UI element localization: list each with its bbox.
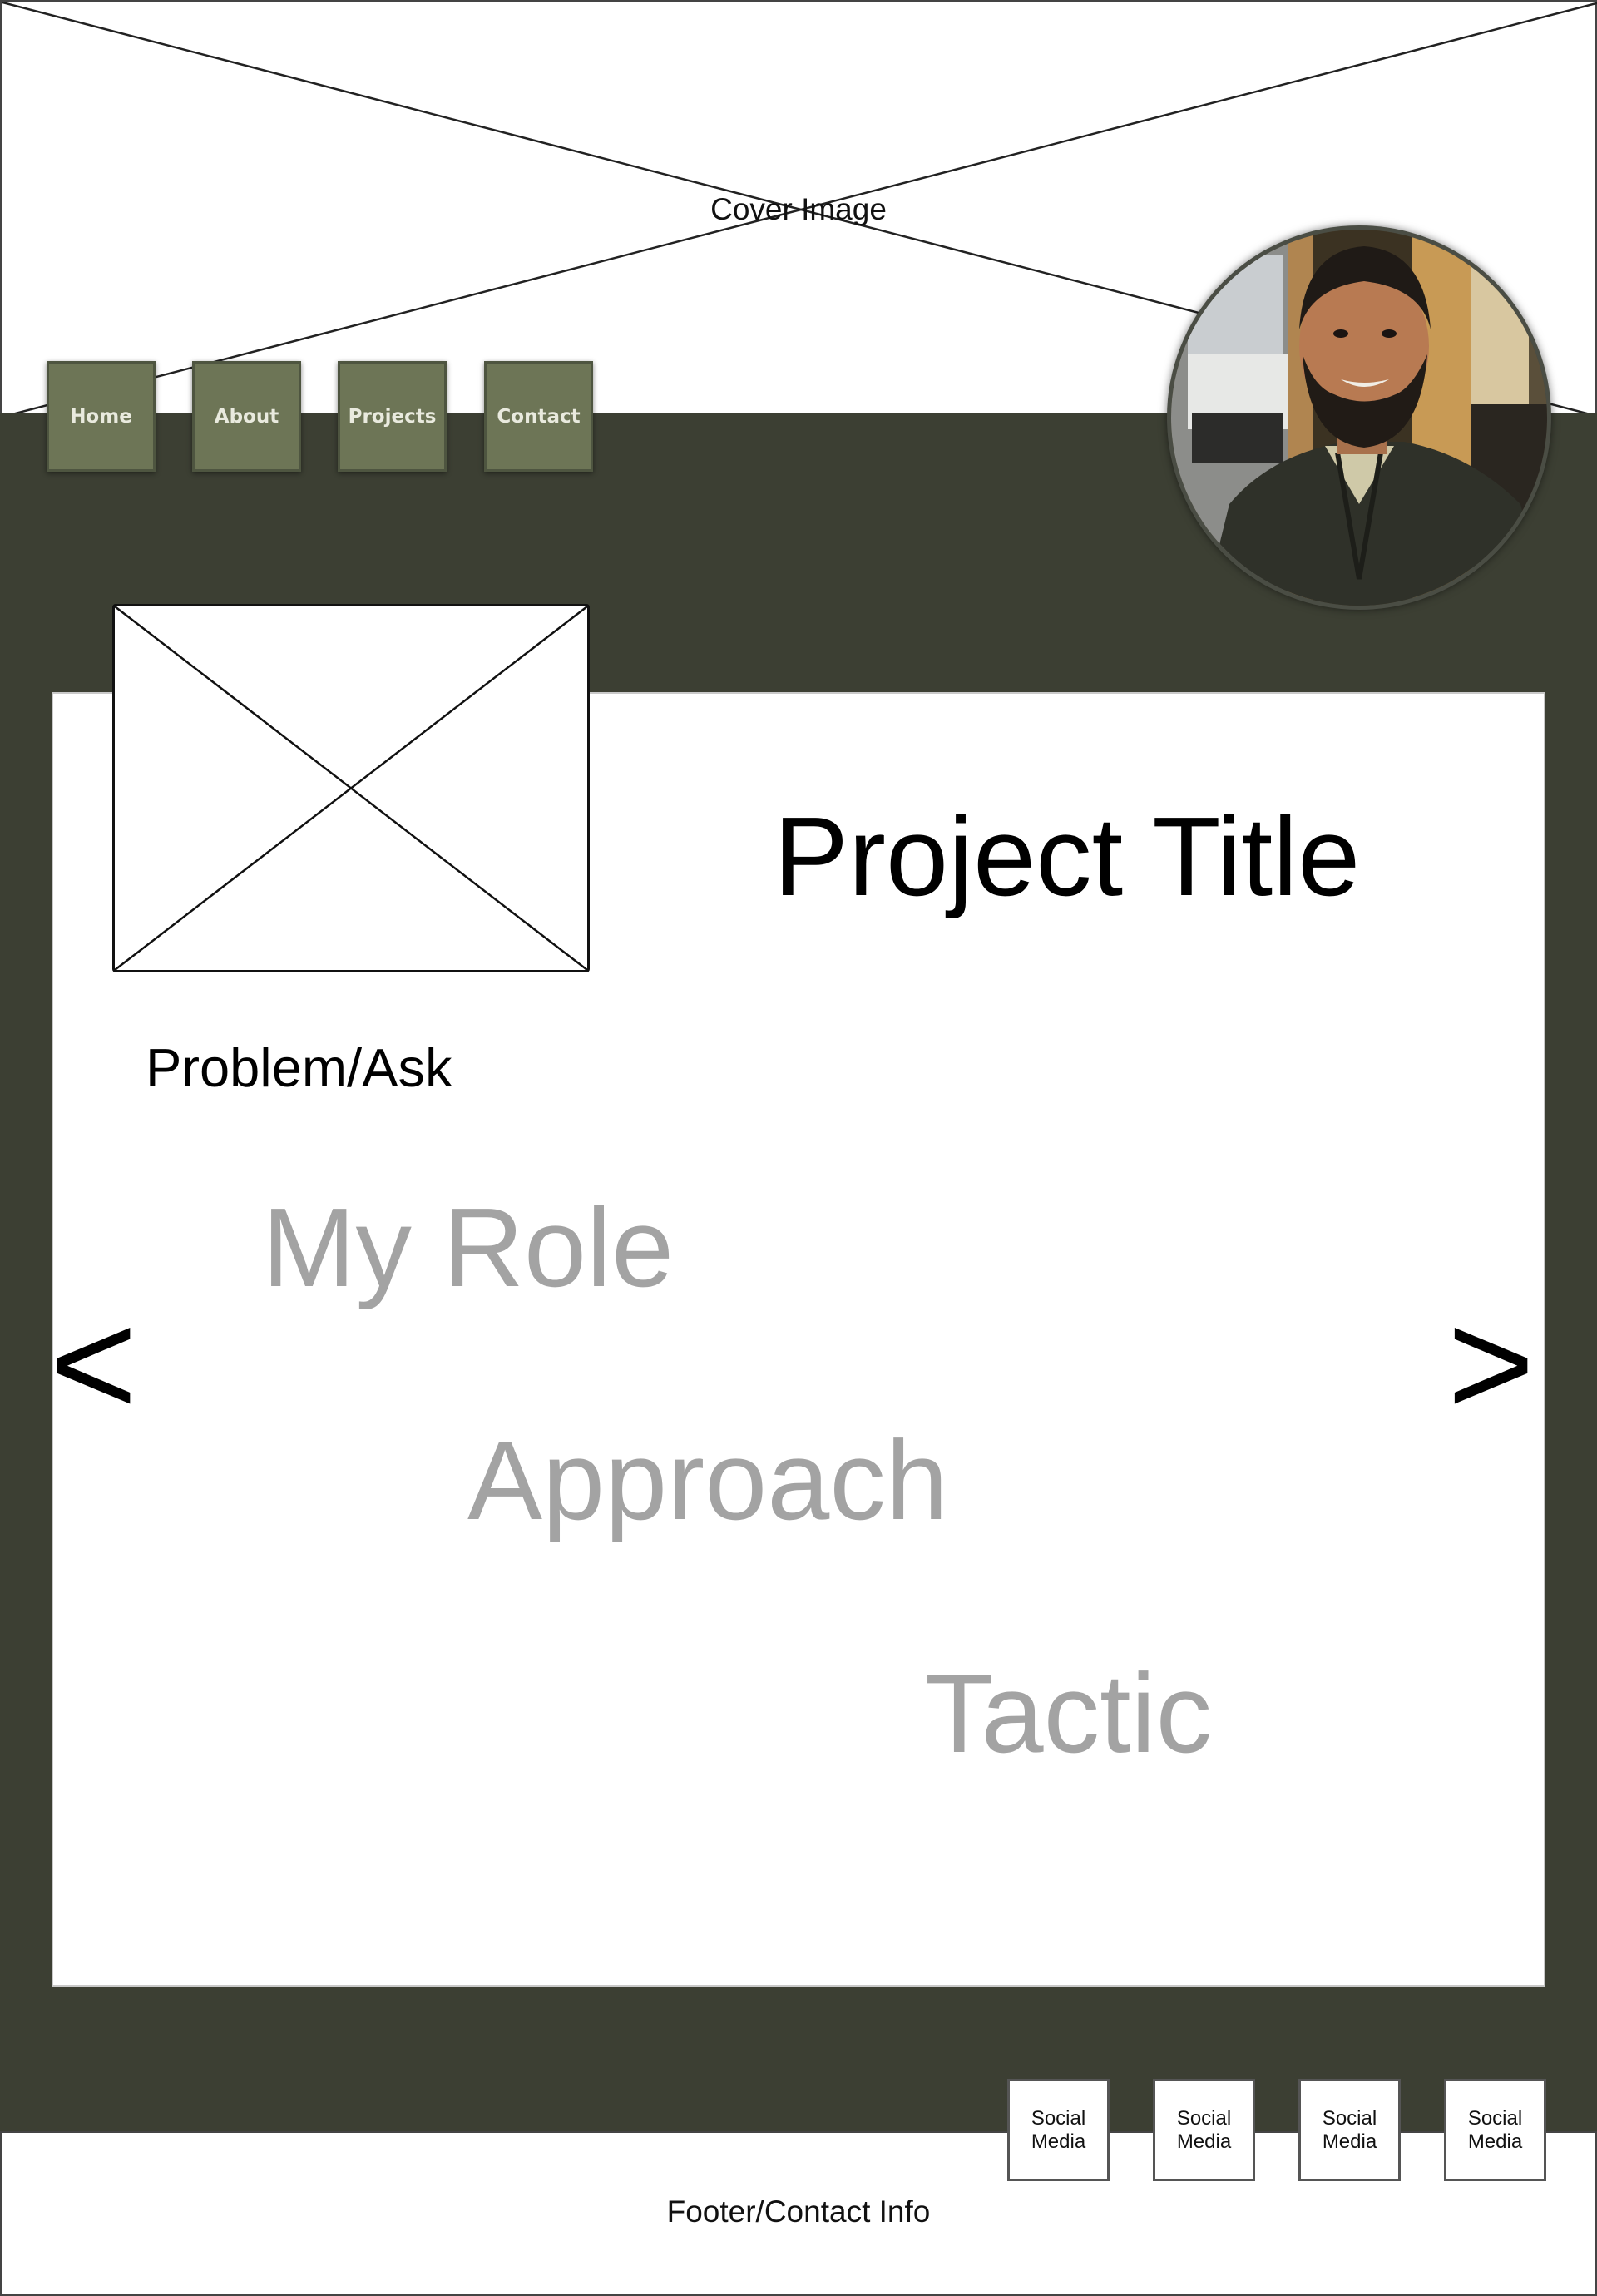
- nav-home-button[interactable]: Home: [47, 361, 156, 472]
- social-media-button-1[interactable]: Social Media: [1007, 2079, 1110, 2181]
- problem-ask-heading: Problem/Ask: [146, 1037, 452, 1098]
- profile-photo: [1171, 230, 1547, 606]
- nav-about-button[interactable]: About: [192, 361, 301, 472]
- social-media-button-2[interactable]: Social Media: [1153, 2079, 1255, 2181]
- nav-projects-button[interactable]: Projects: [338, 361, 447, 472]
- next-arrow-icon[interactable]: >: [1447, 1289, 1535, 1439]
- social-media-button-3[interactable]: Social Media: [1298, 2079, 1401, 2181]
- step-approach: Approach: [467, 1418, 948, 1543]
- wireframe-page: Cover Image Home About Projects Contact: [0, 0, 1597, 2296]
- avatar: [1167, 225, 1551, 610]
- footer-contact-info: Footer/Contact Info: [666, 2195, 931, 2229]
- nav-contact-button[interactable]: Contact: [484, 361, 593, 472]
- previous-arrow-icon[interactable]: <: [50, 1289, 137, 1439]
- project-image-cross: [115, 606, 587, 970]
- cover-image-label: Cover Image: [710, 192, 887, 226]
- step-my-role: My Role: [262, 1185, 675, 1310]
- social-media-button-4[interactable]: Social Media: [1444, 2079, 1546, 2181]
- step-tactic: Tactic: [925, 1650, 1213, 1776]
- project-image-placeholder: [112, 604, 590, 972]
- project-title: Project Title: [774, 794, 1361, 919]
